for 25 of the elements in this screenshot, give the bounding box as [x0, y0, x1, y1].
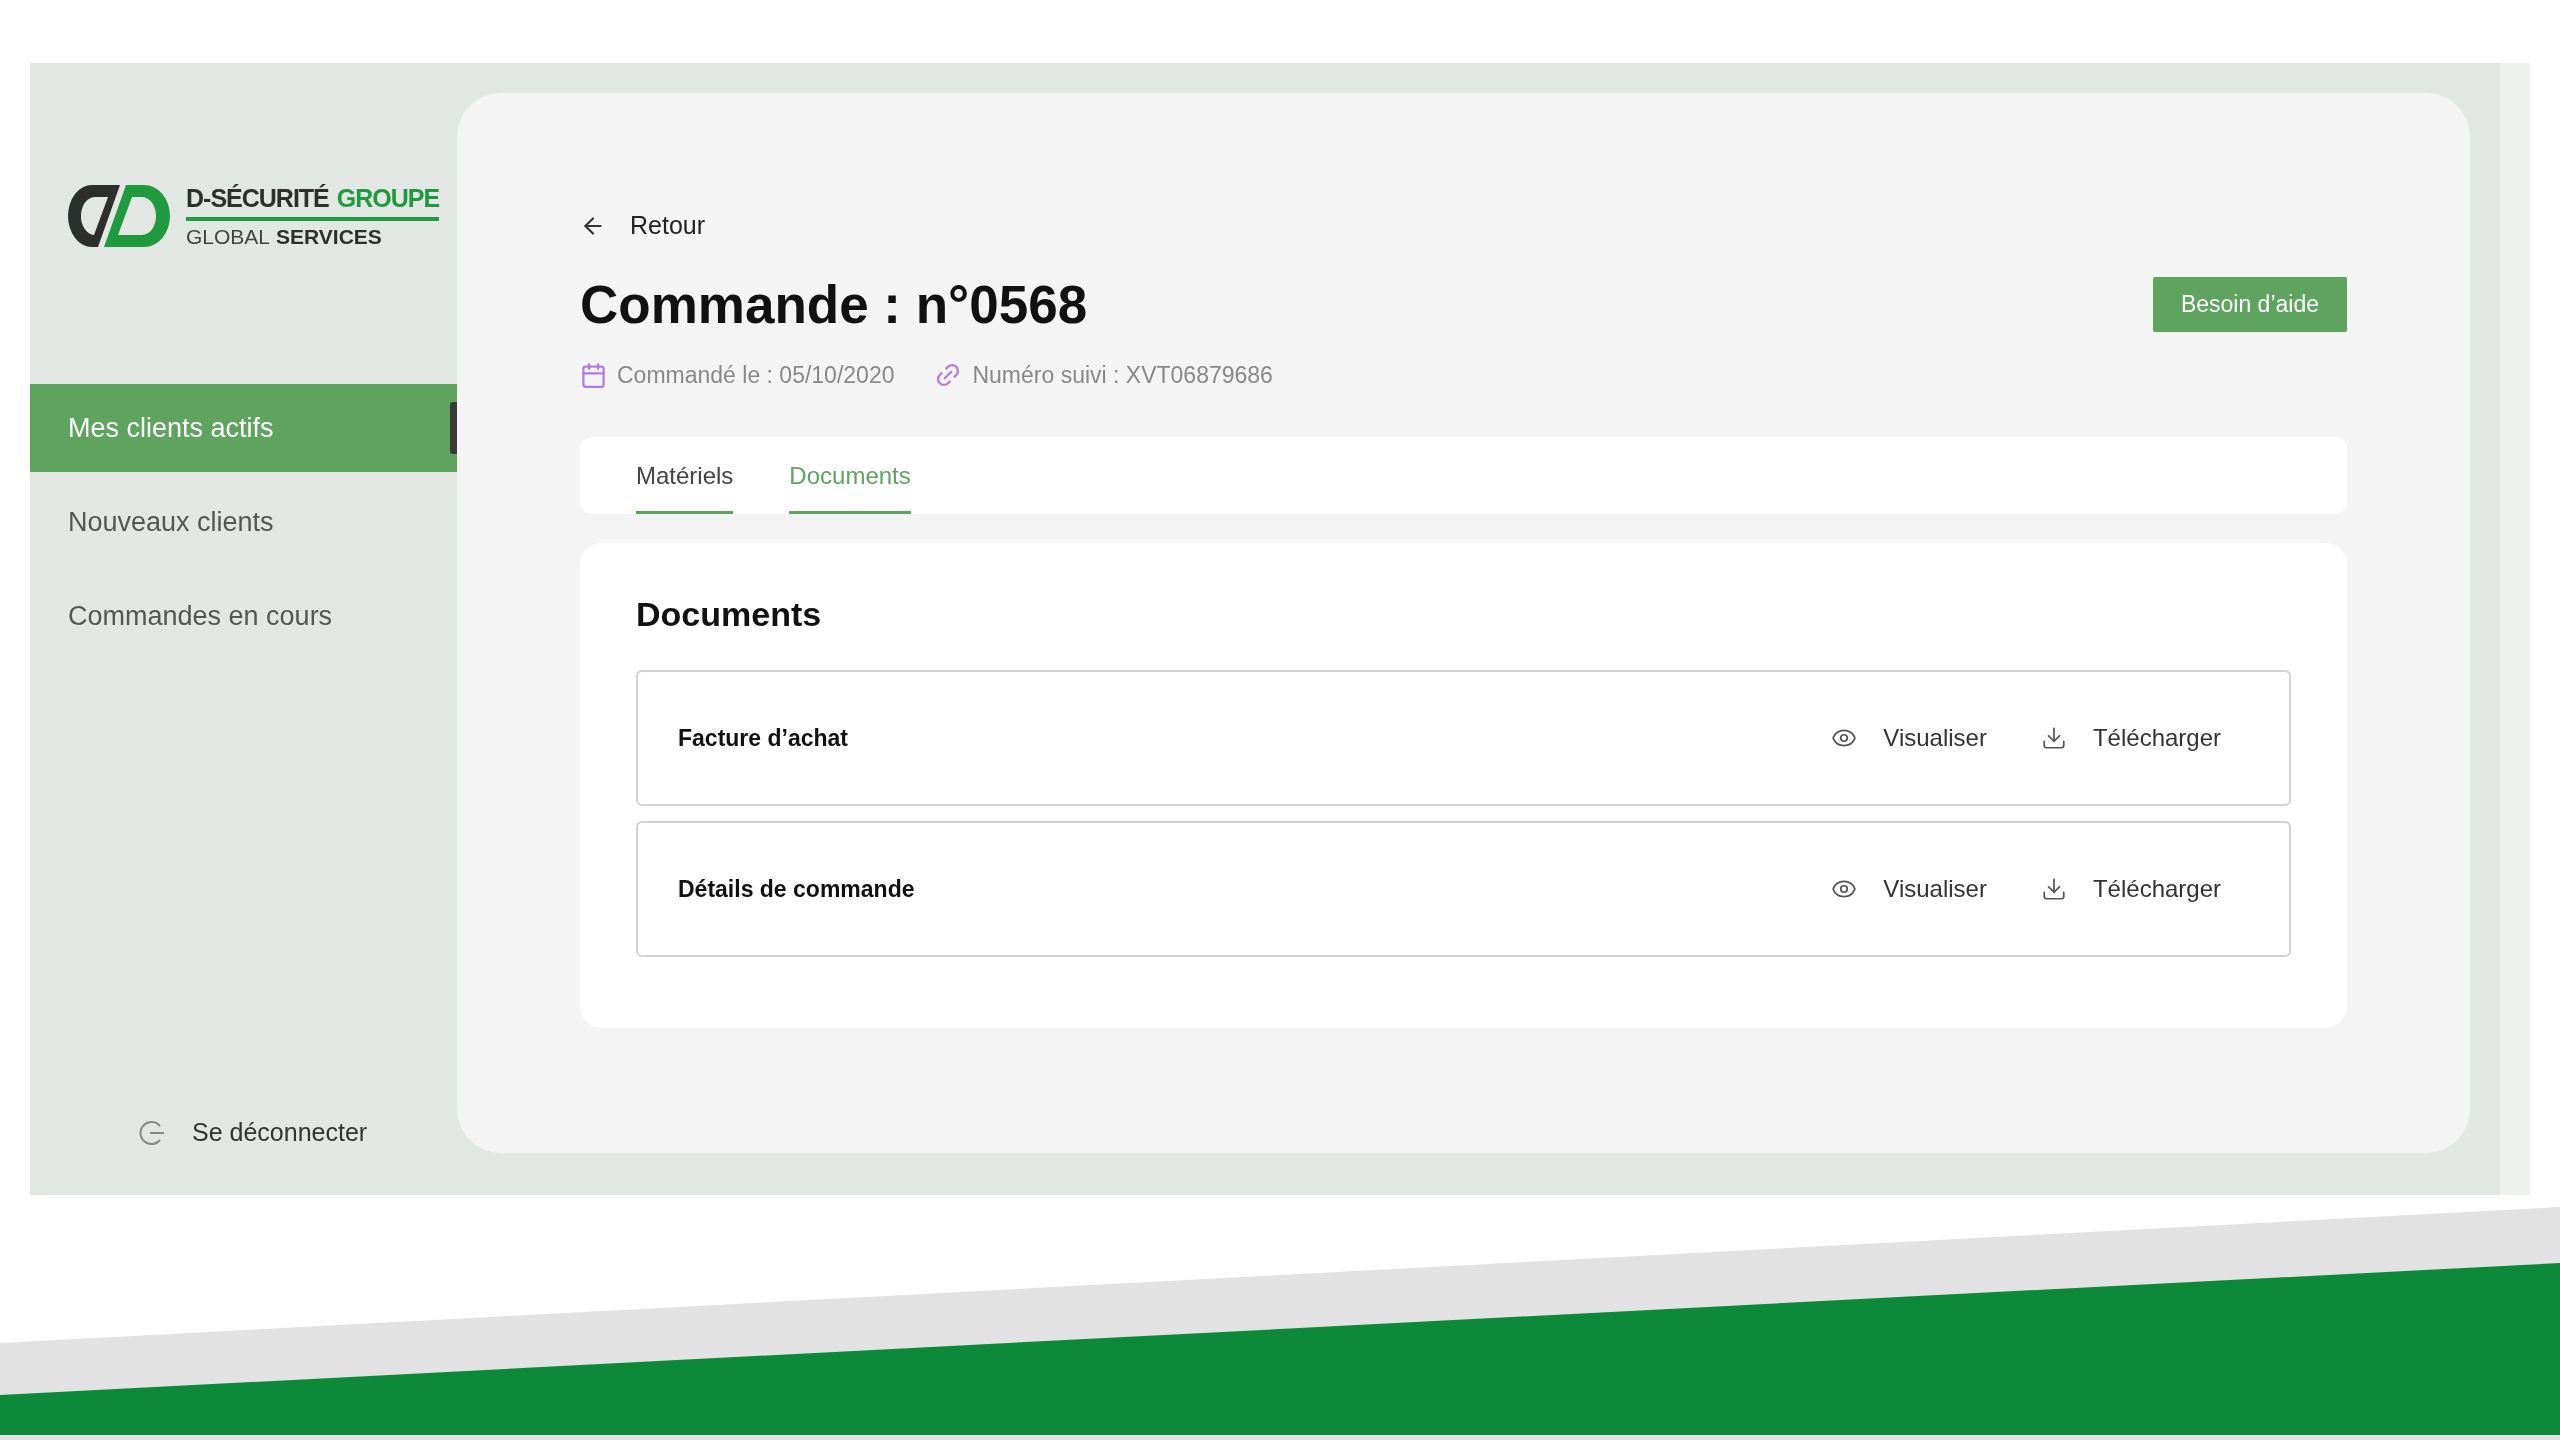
view-button[interactable]: Visualiser: [1831, 724, 1987, 752]
document-name: Facture d’achat: [678, 724, 849, 752]
document-name: Détails de commande: [678, 875, 916, 903]
download-icon: [2040, 725, 2067, 751]
page-title: Commande : n°0568: [580, 274, 1088, 335]
download-button[interactable]: Télécharger: [2040, 875, 2221, 903]
back-link[interactable]: Retour: [580, 211, 2347, 240]
logo-subtitle: SERVICES: [276, 224, 382, 249]
logo-icon: [68, 183, 172, 249]
download-icon: [2040, 876, 2067, 902]
calendar-icon: [580, 361, 607, 389]
active-indicator: [450, 402, 457, 454]
sidebar-item[interactable]: Commandes en cours: [30, 572, 457, 660]
order-date: Commandé le : 05/10/2020: [617, 361, 895, 389]
logo-name: D-SÉCURITÉ: [186, 183, 329, 213]
tab[interactable]: Matériels: [636, 437, 734, 514]
logo-accent: GROUPE: [336, 183, 440, 213]
section-heading: Documents: [636, 595, 823, 634]
download-button[interactable]: Télécharger: [2040, 724, 2221, 752]
logout-link[interactable]: Se déconnecter: [30, 1118, 457, 1147]
logout-icon: [138, 1118, 166, 1147]
logo-subtitle: GLOBAL: [186, 224, 271, 249]
sidebar-item[interactable]: Nouveaux clients: [30, 478, 457, 566]
tracking-number: Numéro suivi : XVT06879686: [972, 361, 1273, 389]
view-button[interactable]: Visualiser: [1831, 875, 1987, 903]
